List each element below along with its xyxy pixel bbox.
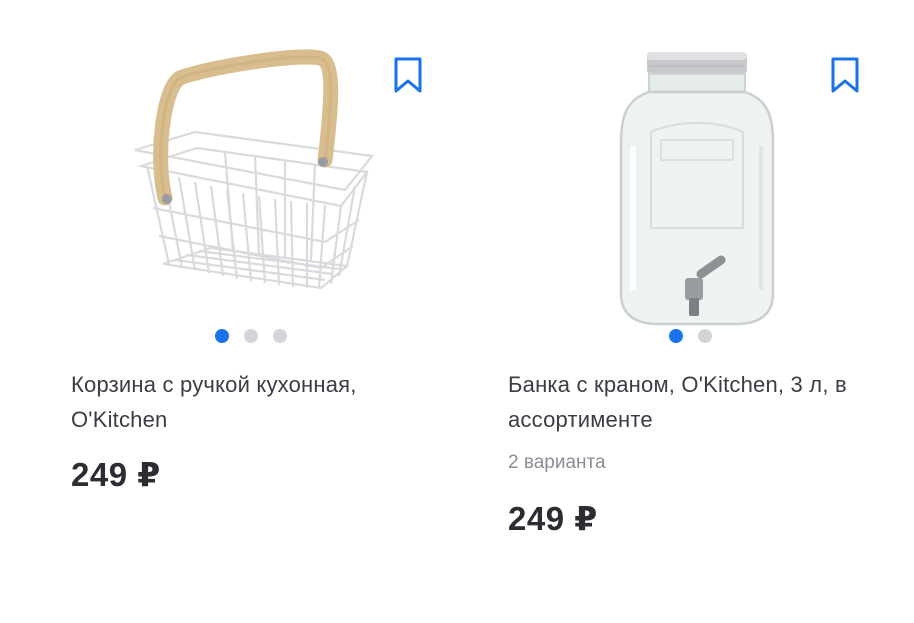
- product-image-gallery[interactable]: [497, 30, 867, 330]
- wire-basket-image[interactable]: [125, 48, 385, 308]
- product-title[interactable]: Корзина с ручкой кухонная, O'Kitchen: [71, 367, 421, 437]
- product-card[interactable]: Корзина с ручкой кухонная, O'Kitchen 249…: [60, 0, 460, 600]
- slide-indicator: [215, 329, 287, 343]
- slide-dot-3[interactable]: [273, 329, 287, 343]
- slide-dot-2[interactable]: [244, 329, 258, 343]
- bookmark-button[interactable]: [829, 56, 861, 94]
- product-price: 249 ₽: [508, 500, 598, 537]
- product-title[interactable]: Банка с краном, O'Kitchen, 3 л, в ассорт…: [508, 367, 858, 437]
- product-image-gallery[interactable]: [60, 30, 430, 330]
- slide-dot-1[interactable]: [669, 329, 683, 343]
- slide-indicator: [669, 329, 712, 343]
- slide-dot-2[interactable]: [698, 329, 712, 343]
- product-price: 249 ₽: [71, 456, 161, 493]
- bookmark-icon: [831, 57, 859, 93]
- product-card[interactable]: Банка с краном, O'Kitchen, 3 л, в ассорт…: [497, 0, 897, 600]
- bookmark-icon: [394, 57, 422, 93]
- slide-dot-1[interactable]: [215, 329, 229, 343]
- glass-dispenser-jar-image[interactable]: [617, 48, 777, 338]
- bookmark-button[interactable]: [392, 56, 424, 94]
- variants-count[interactable]: 2 варианта: [508, 452, 606, 474]
